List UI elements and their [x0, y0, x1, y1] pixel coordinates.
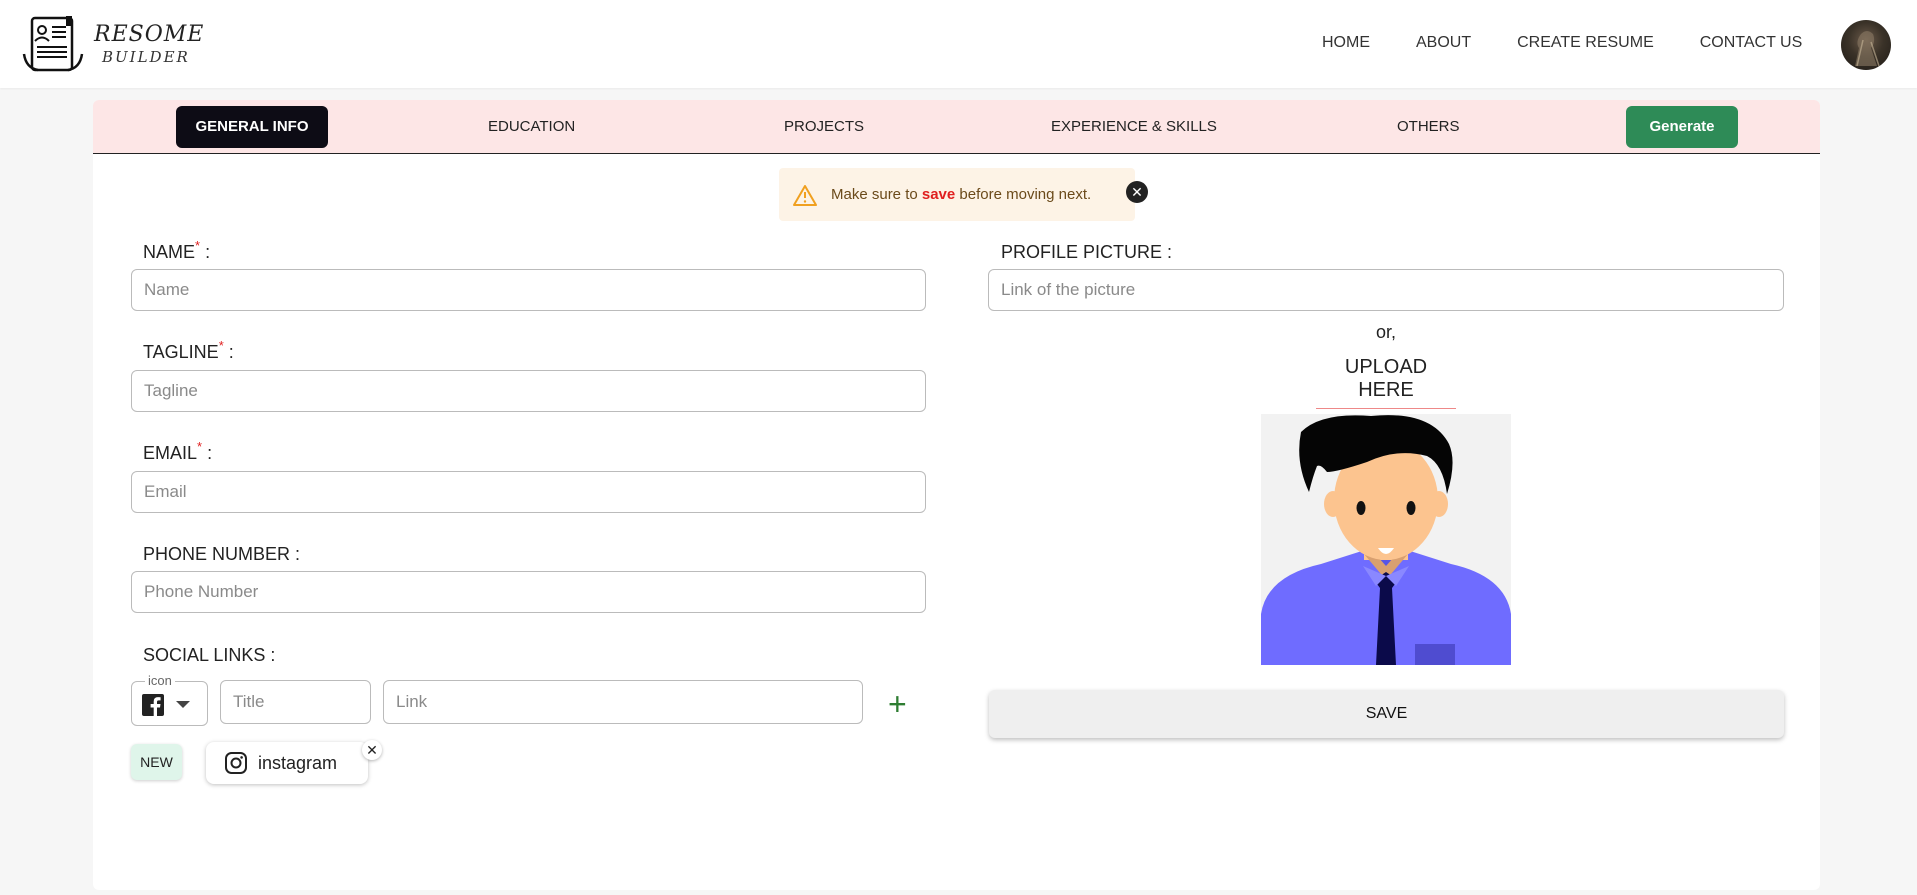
chip-label: instagram [258, 752, 338, 773]
brand-line-1: RESOME [94, 21, 205, 47]
add-social-link-button[interactable]: + [888, 688, 907, 720]
name-label-text: NAME [143, 242, 196, 262]
required-marker: * [195, 238, 201, 253]
social-chip-instagram[interactable]: instagram [206, 742, 368, 784]
nav-about[interactable]: ABOUT [1416, 34, 1471, 52]
nav-contact-us[interactable]: CONTACT US [1700, 34, 1803, 52]
phone-input[interactable] [131, 571, 926, 613]
profile-picture-label: PROFILE PICTURE : [1001, 242, 1173, 262]
label-colon: : [223, 342, 234, 362]
upload-here-link[interactable]: UPLOAD HERE [1316, 356, 1456, 409]
save-reminder-alert: Make sure to save before moving next. [779, 168, 1135, 221]
social-title-input[interactable] [220, 680, 371, 724]
tab-projects[interactable]: PROJECTS [784, 106, 864, 148]
social-link-input[interactable] [383, 680, 863, 724]
section-tabs: GENERAL INFO EDUCATION PROJECTS EXPERIEN… [93, 100, 1820, 154]
phone-label: PHONE NUMBER : [143, 544, 301, 564]
tagline-input[interactable] [131, 370, 926, 412]
alert-suffix: before moving next. [955, 186, 1092, 203]
tagline-label-text: TAGLINE [143, 342, 219, 362]
tab-others[interactable]: OTHERS [1397, 106, 1460, 148]
label-colon: : [202, 443, 213, 463]
icon-select-legend: icon [145, 673, 175, 688]
brand-text: RESOME BUILDER [94, 21, 205, 66]
alert-prefix: Make sure to [831, 186, 922, 203]
brand-logo[interactable]: RESOME BUILDER [22, 14, 204, 74]
warning-icon [793, 184, 817, 206]
brand-line-2: BUILDER [102, 47, 190, 66]
email-label: EMAIL* : [143, 439, 213, 464]
user-avatar[interactable] [1841, 20, 1891, 70]
name-label: NAME* : [143, 238, 211, 263]
generate-button[interactable]: Generate [1626, 106, 1738, 148]
save-button[interactable]: SAVE [989, 690, 1784, 738]
main-nav: HOME ABOUT CREATE RESUME CONTACT US [1322, 34, 1802, 52]
resume-logo-icon [22, 16, 84, 72]
new-badge: NEW [131, 744, 182, 780]
name-input[interactable] [131, 269, 926, 311]
alert-emphasis: save [921, 186, 956, 203]
email-input[interactable] [131, 471, 926, 513]
avatar-photo [1855, 31, 1880, 67]
label-colon: : [200, 242, 211, 262]
remove-chip-icon[interactable]: ✕ [362, 740, 382, 760]
tab-general-info[interactable]: GENERAL INFO [176, 106, 328, 148]
alert-close-icon[interactable]: ✕ [1126, 181, 1148, 203]
tab-education[interactable]: EDUCATION [488, 106, 575, 148]
profile-picture-link-input[interactable] [988, 269, 1784, 311]
profile-picture-preview [1261, 414, 1511, 665]
or-separator: or, [1375, 322, 1396, 342]
top-navbar: RESOME BUILDER HOME ABOUT CREATE RESUME … [0, 0, 1917, 88]
email-label-text: EMAIL [143, 443, 198, 463]
required-marker: * [197, 439, 203, 454]
instagram-icon [225, 752, 247, 774]
tagline-label: TAGLINE* : [143, 338, 234, 363]
required-marker: * [218, 338, 224, 353]
nav-home[interactable]: HOME [1322, 34, 1370, 52]
tab-experience-skills[interactable]: EXPERIENCE & SKILLS [1051, 106, 1217, 148]
default-avatar-illustration [1261, 414, 1511, 665]
facebook-icon [142, 694, 164, 716]
alert-message: Make sure to save before moving next. [831, 186, 1091, 203]
chevron-down-icon [176, 701, 190, 708]
nav-create-resume[interactable]: CREATE RESUME [1517, 34, 1654, 52]
social-links-label: SOCIAL LINKS : [143, 645, 276, 665]
